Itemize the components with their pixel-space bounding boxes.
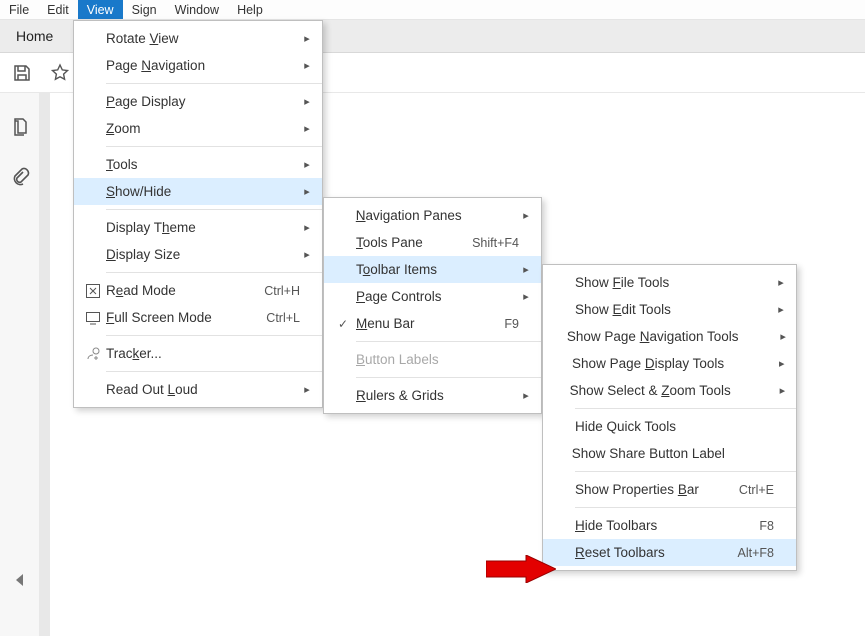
document-gutter [40,93,50,636]
menuitem-navigation-panes[interactable]: Navigation Panes▸ [324,202,541,229]
menuitem-show-hide[interactable]: Show/Hide▸ [74,178,322,205]
expand-panel-icon[interactable] [16,574,23,586]
read-mode-icon [80,283,106,299]
star-icon[interactable] [50,63,70,83]
menuitem-show-file-tools[interactable]: Show File Tools▸ [543,269,796,296]
menu-separator [106,335,322,336]
menuitem-show-page-display-tools[interactable]: Show Page Display Tools▸ [543,350,796,377]
menuitem-show-edit-tools[interactable]: Show Edit Tools▸ [543,296,796,323]
menu-help[interactable]: Help [228,0,272,19]
menuitem-hide-quick-tools[interactable]: Hide Quick Tools [543,413,796,440]
menu-separator [575,507,796,508]
tracker-icon [80,346,106,362]
menu-separator [106,209,322,210]
attachment-icon[interactable] [10,167,30,187]
home-tab[interactable]: Home [0,20,69,53]
left-nav-rail [0,93,40,636]
menu-edit[interactable]: Edit [38,0,78,19]
menu-separator [106,272,322,273]
menuitem-show-page-nav-tools[interactable]: Show Page Navigation Tools▸ [543,323,796,350]
menuitem-display-size[interactable]: Display Size▸ [74,241,322,268]
menuitem-hide-toolbars[interactable]: Hide ToolbarsF8 [543,512,796,539]
menu-view[interactable]: View [78,0,123,19]
menuitem-page-controls[interactable]: Page Controls▸ [324,283,541,310]
menu-separator [356,377,541,378]
menuitem-show-properties-bar[interactable]: Show Properties BarCtrl+E [543,476,796,503]
menu-file[interactable]: File [0,0,38,19]
toolbar-items-submenu: Show File Tools▸ Show Edit Tools▸ Show P… [542,264,797,571]
menuitem-tools-pane[interactable]: Tools PaneShift+F4 [324,229,541,256]
menu-bar: File Edit View Sign Window Help [0,0,865,20]
save-icon[interactable] [12,63,32,83]
menuitem-page-display[interactable]: Page Display▸ [74,88,322,115]
menuitem-show-share-label[interactable]: Show Share Button Label [543,440,796,467]
menuitem-page-navigation[interactable]: Page Navigation▸ [74,52,322,79]
menuitem-button-labels: Button Labels [324,346,541,373]
menu-window[interactable]: Window [166,0,228,19]
menuitem-menu-bar[interactable]: ✓Menu BarF9 [324,310,541,337]
menuitem-tools[interactable]: Tools▸ [74,151,322,178]
menu-sign[interactable]: Sign [123,0,166,19]
menuitem-rulers-grids[interactable]: Rulers & Grids▸ [324,382,541,409]
menuitem-full-screen[interactable]: Full Screen ModeCtrl+L [74,304,322,331]
menuitem-rotate-view[interactable]: Rotate View▸ [74,25,322,52]
menu-separator [575,408,796,409]
check-icon: ✓ [330,317,356,331]
menuitem-show-zoom-tools[interactable]: Show Select & Zoom Tools▸ [543,377,796,404]
menu-separator [356,341,541,342]
menuitem-read-out-loud[interactable]: Read Out Loud▸ [74,376,322,403]
menuitem-read-mode[interactable]: Read ModeCtrl+H [74,277,322,304]
menuitem-tracker[interactable]: Tracker... [74,340,322,367]
menuitem-toolbar-items[interactable]: Toolbar Items▸ [324,256,541,283]
full-screen-icon [80,310,106,326]
menuitem-zoom[interactable]: Zoom▸ [74,115,322,142]
menu-separator [106,371,322,372]
menu-separator [575,471,796,472]
menuitem-display-theme[interactable]: Display Theme▸ [74,214,322,241]
pages-icon[interactable] [10,117,30,137]
view-menu-dropdown: Rotate View▸ Page Navigation▸ Page Displ… [73,20,323,408]
menu-separator [106,146,322,147]
show-hide-submenu: Navigation Panes▸ Tools PaneShift+F4 Too… [323,197,542,414]
menuitem-reset-toolbars[interactable]: Reset ToolbarsAlt+F8 [543,539,796,566]
menu-separator [106,83,322,84]
